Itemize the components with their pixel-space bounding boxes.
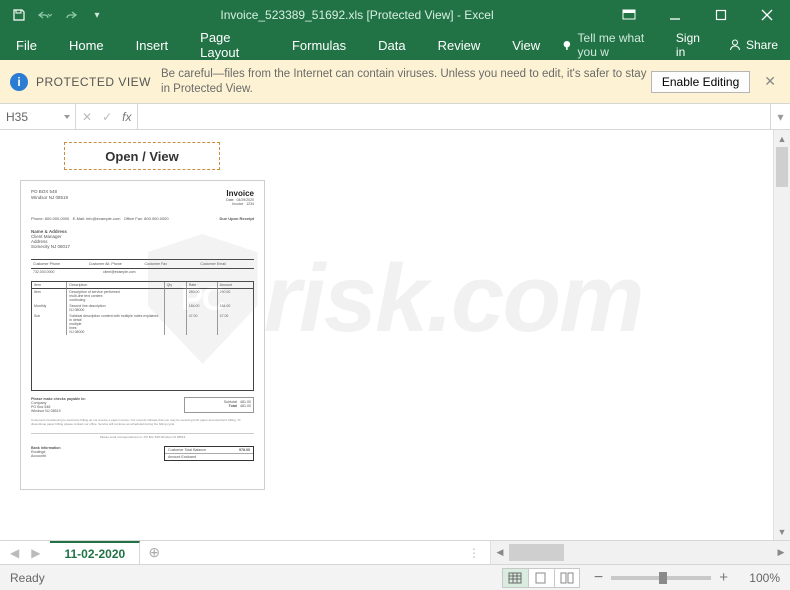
hscrollbar-thumb[interactable] bbox=[509, 544, 564, 561]
embedded-invoice-image: PO BOX 548 Windsor NJ 08519 Invoice Date… bbox=[20, 180, 265, 490]
undo-dropdown-icon[interactable] bbox=[34, 4, 56, 26]
status-bar: Ready − + 100% bbox=[0, 564, 790, 590]
normal-view-button[interactable] bbox=[502, 568, 528, 588]
fx-icon[interactable]: fx bbox=[122, 110, 131, 124]
tab-file[interactable]: File bbox=[0, 30, 53, 60]
redo-icon[interactable] bbox=[60, 4, 82, 26]
quick-access-toolbar: ▾ bbox=[0, 4, 108, 26]
tab-review[interactable]: Review bbox=[422, 30, 497, 60]
protected-view-message: Be careful—files from the Internet can c… bbox=[161, 67, 651, 97]
invoice-heading: Invoice bbox=[226, 189, 254, 198]
status-text: Ready bbox=[10, 571, 45, 585]
view-buttons bbox=[502, 568, 580, 588]
invoice-due-label: Due Upon Receipt bbox=[220, 216, 254, 221]
expand-formula-bar-icon[interactable]: ▾ bbox=[770, 104, 790, 129]
window-title: Invoice_523389_51692.xls [Protected View… bbox=[108, 8, 606, 22]
tab-split-handle[interactable]: ⋮ bbox=[460, 541, 490, 564]
add-sheet-button[interactable]: ⊕ bbox=[140, 541, 168, 564]
open-view-button[interactable]: Open / View bbox=[64, 142, 220, 170]
scroll-down-icon[interactable]: ▼ bbox=[774, 523, 790, 540]
spreadsheet-area[interactable]: Open / View PO BOX 548 Windsor NJ 08519 … bbox=[0, 130, 790, 540]
formula-tools: ✕ ✓ fx bbox=[76, 104, 138, 129]
invoice-name-address-label: Name & Address bbox=[31, 229, 67, 234]
vertical-scrollbar[interactable]: ▲ ▼ bbox=[773, 130, 790, 540]
invoice-please-pay: Please make checks payable to: bbox=[31, 397, 86, 401]
tab-page-layout[interactable]: Page Layout bbox=[184, 30, 276, 60]
tab-view[interactable]: View bbox=[496, 30, 556, 60]
quick-access-customize-icon[interactable]: ▾ bbox=[86, 4, 108, 26]
zoom-slider[interactable] bbox=[611, 576, 711, 580]
minimize-button[interactable] bbox=[652, 0, 698, 30]
title-bar: ▾ Invoice_523389_51692.xls [Protected Vi… bbox=[0, 0, 790, 30]
enter-formula-icon[interactable]: ✓ bbox=[102, 110, 112, 124]
protected-view-bar: i PROTECTED VIEW Be careful—files from t… bbox=[0, 60, 790, 104]
share-button[interactable]: Share bbox=[716, 30, 790, 60]
page-break-view-button[interactable] bbox=[554, 568, 580, 588]
share-label: Share bbox=[746, 38, 778, 52]
ribbon-tabs: File Home Insert Page Layout Formulas Da… bbox=[0, 30, 790, 60]
close-button[interactable] bbox=[744, 0, 790, 30]
window-controls bbox=[606, 0, 790, 30]
scrollbar-thumb[interactable] bbox=[776, 147, 788, 187]
page-layout-view-button[interactable] bbox=[528, 568, 554, 588]
cancel-formula-icon[interactable]: ✕ bbox=[82, 110, 92, 124]
name-box[interactable]: H35 bbox=[0, 104, 76, 129]
sheet-tabs-bar: ◀ ▶ 11-02-2020 ⊕ ⋮ ◀ ▶ bbox=[0, 540, 790, 564]
tab-insert[interactable]: Insert bbox=[120, 30, 185, 60]
protected-view-title: PROTECTED VIEW bbox=[36, 75, 151, 89]
protected-view-close-icon[interactable]: ✕ bbox=[760, 73, 780, 90]
sheet-nav-prev-icon[interactable]: ◀ bbox=[10, 546, 19, 560]
scroll-up-icon[interactable]: ▲ bbox=[774, 130, 790, 147]
zoom-percentage[interactable]: 100% bbox=[736, 571, 780, 585]
enable-editing-button[interactable]: Enable Editing bbox=[651, 71, 750, 93]
ribbon-display-options-icon[interactable] bbox=[606, 0, 652, 30]
invoice-company-line2: Windsor NJ 08519 bbox=[31, 195, 68, 201]
person-icon bbox=[728, 38, 742, 52]
tell-me-search[interactable]: Tell me what you w bbox=[556, 30, 666, 60]
formula-input[interactable] bbox=[138, 104, 770, 129]
scroll-left-icon[interactable]: ◀ bbox=[491, 547, 509, 558]
tab-data[interactable]: Data bbox=[362, 30, 421, 60]
sheet-tab-active[interactable]: 11-02-2020 bbox=[50, 541, 140, 564]
maximize-button[interactable] bbox=[698, 0, 744, 30]
tell-me-label: Tell me what you w bbox=[578, 31, 660, 59]
formula-bar: H35 ✕ ✓ fx ▾ bbox=[0, 104, 790, 130]
zoom-controls: − + 100% bbox=[594, 569, 780, 587]
shield-info-icon: i bbox=[10, 73, 28, 91]
zoom-out-button[interactable]: − bbox=[594, 569, 603, 587]
tab-home[interactable]: Home bbox=[53, 30, 120, 60]
save-icon[interactable] bbox=[8, 4, 30, 26]
scroll-right-icon[interactable]: ▶ bbox=[772, 547, 790, 558]
tab-formulas[interactable]: Formulas bbox=[276, 30, 362, 60]
sign-in-link[interactable]: Sign in bbox=[666, 30, 716, 60]
sheet-nav-next-icon[interactable]: ▶ bbox=[31, 546, 40, 560]
zoom-in-button[interactable]: + bbox=[719, 569, 728, 586]
horizontal-scrollbar[interactable]: ◀ ▶ bbox=[490, 541, 790, 564]
